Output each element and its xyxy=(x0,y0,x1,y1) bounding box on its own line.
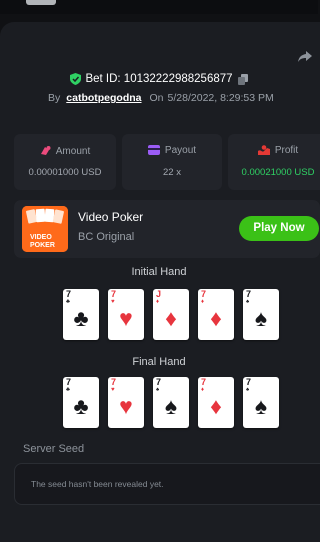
video-poker-logo-icon: VIDEO POKER xyxy=(22,206,68,252)
stat-profit: Profit 0.00021000 USD xyxy=(228,134,320,190)
bet-id: Bet ID: 10132222988256877 xyxy=(85,73,233,85)
playing-card: 7 ♦ ♦ xyxy=(198,377,234,428)
playing-card: 7 ♦ ♦ xyxy=(198,289,234,340)
card-rank: 7 xyxy=(66,289,72,299)
card-rank: 7 xyxy=(246,289,252,299)
playing-card: 7 ♣ ♣ xyxy=(63,377,99,428)
wallet-icon xyxy=(147,145,160,155)
play-now-button[interactable]: Play Now xyxy=(239,216,319,241)
stat-amount-value: 0.00001000 USD xyxy=(28,167,102,178)
server-seed-field[interactable]: The seed hasn't been revealed yet. xyxy=(14,463,320,505)
card-suit-icon: ♦ xyxy=(165,305,177,331)
stat-profit-label: Profit xyxy=(274,145,299,156)
coins-icon xyxy=(40,146,51,155)
server-seed-title: Server Seed xyxy=(23,443,85,455)
card-rank: 7 xyxy=(201,377,207,387)
bet-date: 5/28/2022, 8:29:53 PM xyxy=(167,92,274,104)
initial-hand-title: Initial Hand xyxy=(131,266,187,278)
game-thumbnail[interactable]: VIDEO POKER xyxy=(22,206,68,252)
card-suit-icon: ♣ xyxy=(73,305,89,331)
playing-card: 7 ♠ ♠ xyxy=(243,377,279,428)
playing-card: 7 ♠ ♠ xyxy=(243,289,279,340)
shield-check-icon xyxy=(70,73,82,85)
playing-card: 7 ♥ ♥ xyxy=(108,289,144,340)
bet-id-row: Bet ID: 10132222988256877 xyxy=(0,73,318,87)
final-hand-title: Final Hand xyxy=(132,356,186,368)
bet-author-row: By catbotpegodna On 5/28/2022, 8:29:53 PM xyxy=(48,92,274,106)
playing-card: J ♦ ♦ xyxy=(153,289,189,340)
game-row: VIDEO POKER Video Poker BC Original Play… xyxy=(14,200,320,258)
card-suit-icon: ♦ xyxy=(210,393,222,419)
card-rank: 7 xyxy=(111,377,117,387)
card-rank: J xyxy=(156,289,162,299)
card-suit-icon: ♠ xyxy=(254,305,268,331)
svg-text:POKER: POKER xyxy=(30,242,55,249)
card-rank: 7 xyxy=(66,377,72,387)
playing-card: 7 ♥ ♥ xyxy=(108,377,144,428)
stat-amount: Amount 0.00001000 USD xyxy=(14,134,116,190)
top-bar-title-fragment xyxy=(26,0,56,5)
stat-payout-value: 22 x xyxy=(163,167,181,178)
card-rank: 7 xyxy=(111,289,117,299)
stat-amount-label: Amount xyxy=(55,146,91,157)
share-icon[interactable] xyxy=(297,50,313,64)
stat-payout: Payout 22 x xyxy=(122,134,222,190)
by-label: By xyxy=(48,92,61,104)
copy-icon[interactable] xyxy=(237,73,248,85)
card-rank: 7 xyxy=(246,377,252,387)
card-suit-icon: ♥ xyxy=(119,393,133,419)
card-rank: 7 xyxy=(201,289,207,299)
card-rank: 7 xyxy=(156,377,162,387)
card-suit-icon: ♠ xyxy=(254,393,268,419)
card-suit-icon: ♠ xyxy=(164,393,178,419)
card-suit-icon: ♥ xyxy=(119,305,133,331)
svg-text:VIDEO: VIDEO xyxy=(30,234,52,241)
card-suit-icon: ♣ xyxy=(73,393,89,419)
stat-payout-label: Payout xyxy=(164,145,197,156)
game-provider: BC Original xyxy=(78,231,135,243)
profit-icon xyxy=(257,145,270,155)
playing-card: 7 ♠ ♠ xyxy=(153,377,189,428)
top-bar xyxy=(0,0,318,14)
playing-card: 7 ♣ ♣ xyxy=(63,289,99,340)
card-suit-icon: ♦ xyxy=(210,305,222,331)
username-link[interactable]: catbotpegodna xyxy=(66,92,141,104)
game-name: Video Poker xyxy=(78,210,144,224)
on-label: On xyxy=(149,92,164,104)
server-seed-message: The seed hasn't been revealed yet. xyxy=(31,479,164,489)
stat-profit-value: 0.00021000 USD xyxy=(241,167,315,178)
